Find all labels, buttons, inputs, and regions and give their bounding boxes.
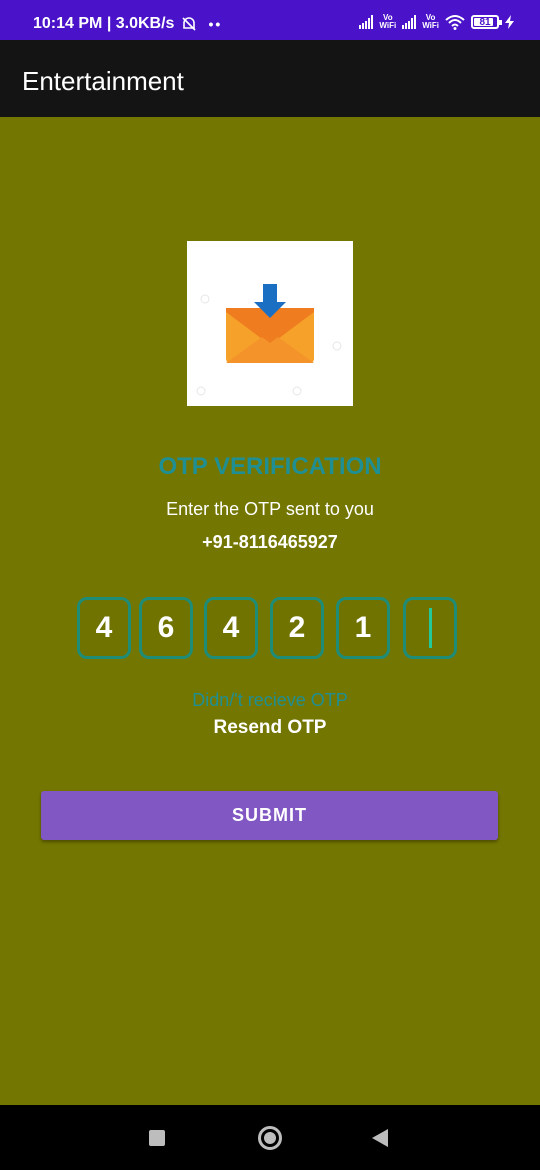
signal-icon-2 bbox=[402, 15, 417, 29]
wifi-icon bbox=[445, 15, 465, 30]
battery-level: 81 bbox=[479, 16, 491, 28]
recents-square-icon[interactable] bbox=[149, 1130, 165, 1146]
status-time: 10:14 PM | 3.0KB/s bbox=[33, 15, 175, 32]
otp-digit-6[interactable] bbox=[403, 597, 457, 659]
vowifi-label-1: Vo WiFi bbox=[379, 13, 397, 30]
status-right: Vo WiFi Vo WiFi 81 bbox=[359, 14, 514, 30]
bell-off-icon bbox=[182, 17, 197, 31]
app-title: Entertainment bbox=[22, 66, 184, 96]
otp-digit-1[interactable]: 4 bbox=[77, 597, 131, 659]
text-cursor bbox=[428, 608, 432, 648]
didnt-receive-text: Didn/'t recieve OTP bbox=[192, 690, 348, 710]
email-logo bbox=[187, 241, 353, 406]
home-circle-icon[interactable] bbox=[258, 1126, 282, 1150]
system-nav-bar bbox=[0, 1105, 540, 1170]
charging-bolt-icon bbox=[505, 15, 514, 29]
back-triangle-icon[interactable] bbox=[372, 1129, 388, 1147]
otp-input-group: 4 6 4 2 1 bbox=[0, 597, 540, 659]
status-left: 10:14 PM | 3.0KB/s •• bbox=[33, 15, 222, 33]
otp-digit-4[interactable]: 2 bbox=[270, 597, 324, 659]
otp-instructions: Enter the OTP sent to you bbox=[166, 499, 374, 519]
signal-icon-1 bbox=[359, 15, 374, 29]
otp-digit-5[interactable]: 1 bbox=[336, 597, 390, 659]
otp-title: OTP VERIFICATION bbox=[158, 453, 382, 480]
status-bar: 10:14 PM | 3.0KB/s •• Vo WiFi Vo WiFi 81 bbox=[0, 0, 540, 40]
envelope-download-icon bbox=[196, 284, 342, 396]
app-bar: Entertainment bbox=[0, 40, 540, 117]
phone-number: +91-8116465927 bbox=[202, 532, 338, 552]
battery-icon: 81 bbox=[471, 15, 502, 29]
otp-digit-2[interactable]: 6 bbox=[139, 597, 193, 659]
submit-button[interactable]: SUBMIT bbox=[41, 791, 498, 840]
vowifi-label-2: Vo WiFi bbox=[422, 13, 439, 30]
otp-digit-3[interactable]: 4 bbox=[204, 597, 258, 659]
resend-otp-link[interactable]: Resend OTP bbox=[0, 717, 540, 739]
more-notifications-dots: •• bbox=[208, 16, 223, 32]
